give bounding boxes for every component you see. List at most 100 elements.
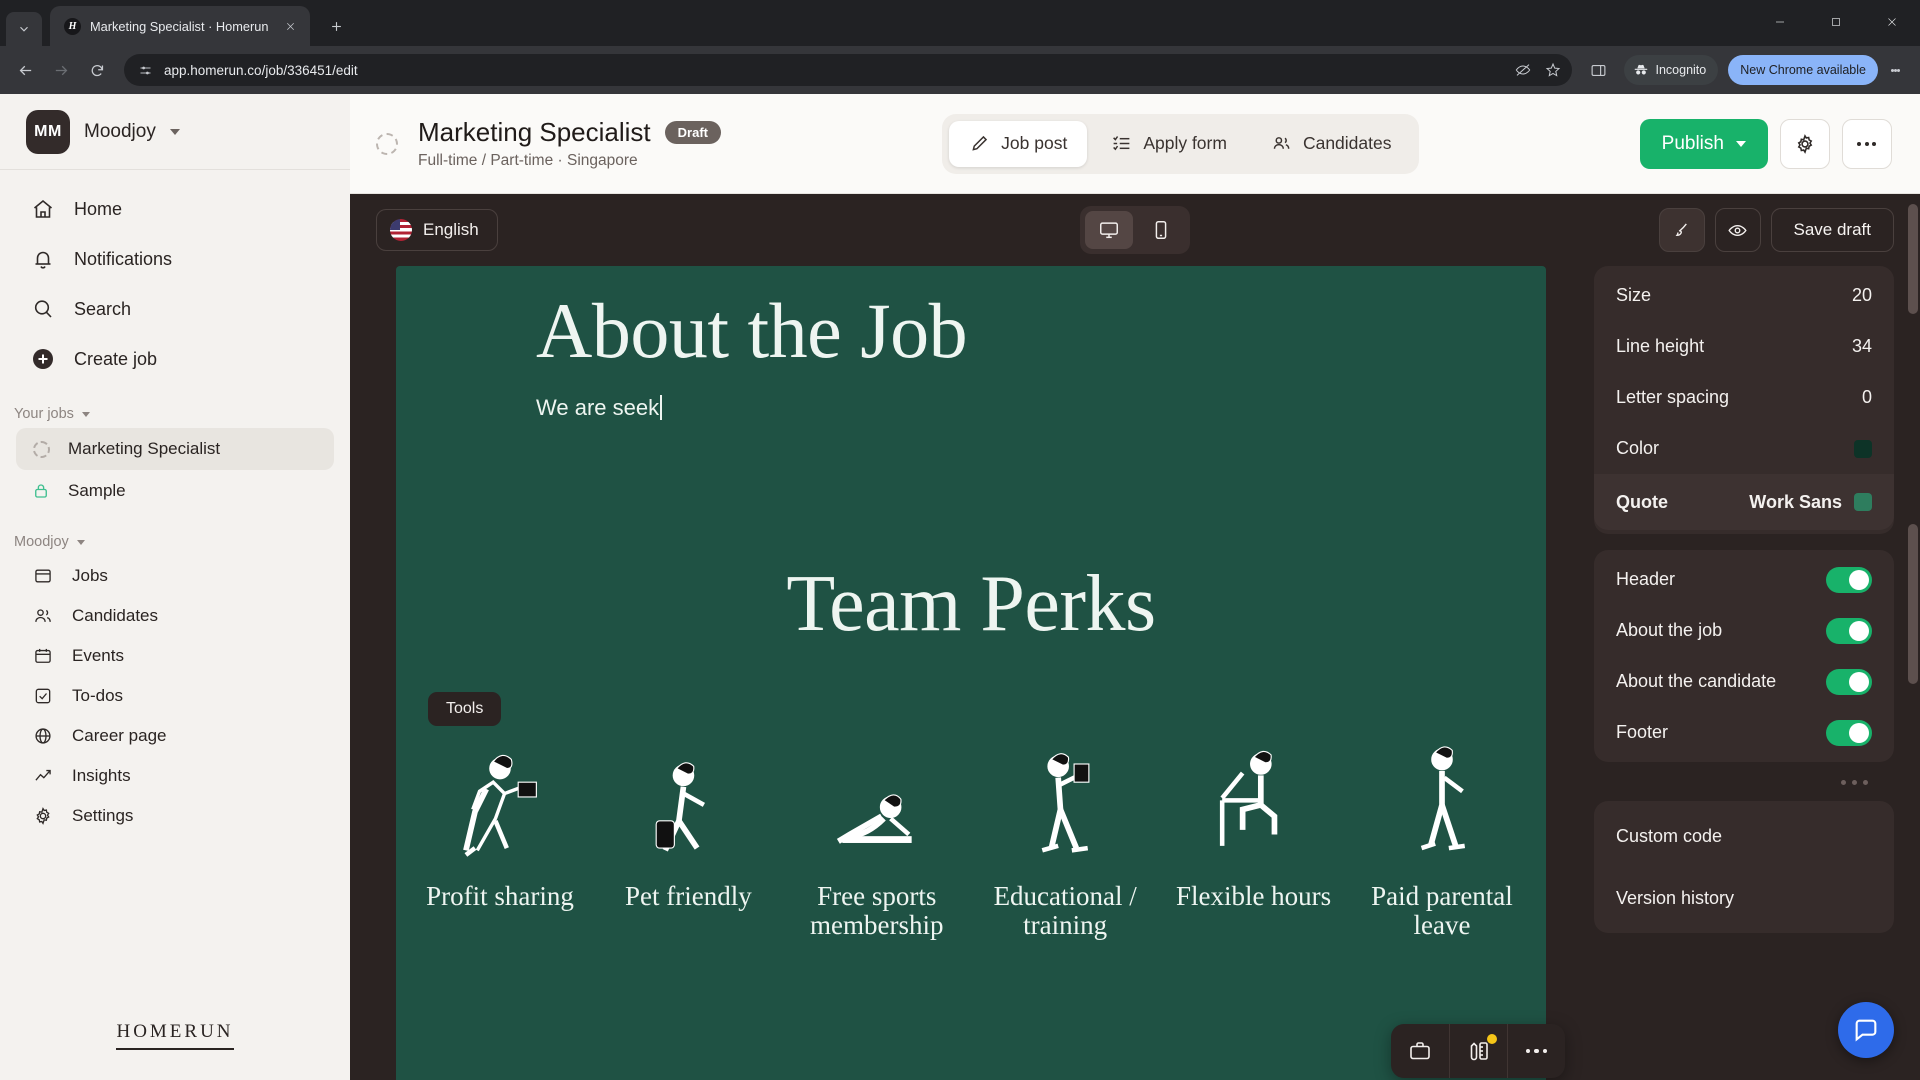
color-swatch[interactable] — [1854, 439, 1872, 458]
style-row-size[interactable]: Size 20 — [1594, 270, 1894, 321]
minimize-icon[interactable] — [1752, 0, 1808, 44]
sidebar-item-label: Candidates — [72, 606, 159, 625]
header-actions: Publish — [1639, 118, 1892, 169]
publish-button[interactable]: Publish — [1639, 118, 1768, 169]
text-cursor — [660, 394, 663, 420]
settings-button[interactable] — [1779, 118, 1830, 169]
ruler-pencil-icon[interactable] — [1449, 1024, 1507, 1078]
style-row-line-height[interactable]: Line height 34 — [1594, 321, 1894, 372]
us-flag-icon — [390, 219, 412, 241]
page-scrollbar[interactable] — [1904, 194, 1920, 1080]
sidebar-item-label: Jobs — [72, 566, 108, 585]
incognito-icon — [1634, 64, 1647, 75]
tab-job-post[interactable]: Job post — [949, 120, 1088, 167]
job-post-canvas[interactable]: About the Job We are seek Team Perks Too… — [396, 266, 1546, 1080]
back-arrow-icon[interactable] — [8, 53, 42, 87]
candidates-icon — [30, 603, 56, 629]
sidebar-item-create-job[interactable]: Create job — [16, 334, 334, 384]
chrome-update-button[interactable]: New Chrome available — [1728, 55, 1878, 85]
language-selector[interactable]: English — [376, 209, 498, 251]
paintbrush-icon[interactable] — [1658, 208, 1705, 252]
side-panel-icon[interactable] — [1582, 53, 1616, 87]
sidebar-job-sample[interactable]: Sample — [16, 470, 334, 512]
site-settings-icon[interactable] — [136, 61, 154, 79]
more-options-button[interactable] — [1841, 118, 1892, 169]
sidebar-item-settings[interactable]: Settings — [16, 796, 334, 836]
sidebar-item-notifications[interactable]: Notifications — [16, 234, 334, 284]
panel-drag-handle[interactable] — [1594, 778, 1894, 785]
toggle-switch[interactable] — [1826, 566, 1872, 593]
perk-item[interactable]: Flexible hours — [1170, 732, 1338, 940]
browser-tab[interactable]: H Marketing Specialist · Homerun — [50, 6, 310, 46]
style-row-letter-spacing[interactable]: Letter spacing 0 — [1594, 372, 1894, 423]
canvas-heading-about-the-job[interactable]: About the Job — [536, 289, 1406, 373]
pencil-icon — [972, 135, 988, 151]
perk-label: Pet friendly — [625, 880, 752, 911]
forward-arrow-icon[interactable] — [44, 53, 78, 87]
briefcase-icon[interactable] — [1391, 1024, 1449, 1078]
style-value: 34 — [1851, 336, 1872, 356]
section-toggle-footer[interactable]: Footer — [1594, 707, 1894, 758]
section-toggle-about-the-job[interactable]: About the job — [1594, 605, 1894, 656]
canvas-heading-team-perks[interactable]: Team Perks — [536, 559, 1406, 650]
calendar-icon — [30, 643, 56, 669]
section-toggle-header[interactable]: Header — [1594, 554, 1894, 605]
sidebar-item-events[interactable]: Events — [16, 636, 334, 676]
quote-color-swatch[interactable] — [1854, 493, 1872, 511]
globe-icon — [30, 723, 56, 749]
sidebar-item-jobs[interactable]: Jobs — [16, 556, 334, 596]
section-toggle-about-the-candidate[interactable]: About the candidate — [1594, 656, 1894, 707]
preview-eye-icon[interactable] — [1714, 208, 1761, 252]
eye-off-icon[interactable] — [1510, 57, 1536, 83]
perk-item[interactable]: Paid parental leave — [1358, 732, 1526, 940]
tab-apply-form[interactable]: Apply form — [1091, 121, 1247, 167]
tab-candidates[interactable]: Candidates — [1251, 121, 1412, 167]
style-row-color[interactable]: Color — [1594, 423, 1894, 474]
editor-body: About the Job We are seek Team Perks Too… — [350, 266, 1920, 1080]
sidebar-job-marketing-specialist[interactable]: Marketing Specialist — [16, 428, 334, 470]
close-icon[interactable] — [280, 16, 300, 36]
desktop-icon[interactable] — [1085, 211, 1133, 249]
sidebar-item-search[interactable]: Search — [16, 284, 334, 334]
address-bar[interactable]: app.homerun.co/job/336451/edit — [124, 54, 1572, 86]
style-label: Line height — [1616, 336, 1705, 356]
sidebar-item-home[interactable]: Home — [16, 184, 334, 234]
toggle-switch[interactable] — [1826, 719, 1872, 746]
canvas-scroll-area[interactable]: About the Job We are seek Team Perks Too… — [350, 266, 1590, 1080]
version-history-link[interactable]: Version history — [1594, 867, 1894, 929]
ellipsis-icon[interactable] — [1507, 1024, 1565, 1078]
workspace-section-header[interactable]: Moodjoy — [0, 534, 350, 550]
toggle-switch[interactable] — [1826, 668, 1872, 695]
toggle-switch[interactable] — [1826, 617, 1872, 644]
perk-item[interactable]: Educational / training — [981, 732, 1149, 940]
mobile-icon[interactable] — [1137, 211, 1185, 249]
primary-nav: Home Notifications Search Create job — [0, 170, 350, 384]
sidebar-item-candidates[interactable]: Candidates — [16, 596, 334, 636]
support-chat-button[interactable] — [1838, 1002, 1894, 1058]
sidebar-item-todos[interactable]: To-dos — [16, 676, 334, 716]
incognito-label: Incognito — [1655, 63, 1707, 77]
window-close-icon[interactable] — [1864, 0, 1920, 44]
kebab-menu-icon[interactable] — [1880, 53, 1910, 87]
tab-search-icon[interactable] — [6, 12, 42, 46]
style-row-quote[interactable]: Quote Work Sans — [1594, 474, 1894, 530]
new-tab-button[interactable] — [320, 10, 352, 42]
star-icon[interactable] — [1540, 57, 1566, 83]
sidebar-item-insights[interactable]: Insights — [16, 756, 334, 796]
maximize-icon[interactable] — [1808, 0, 1864, 44]
perk-item[interactable]: Free sports membership — [793, 732, 961, 940]
custom-code-link[interactable]: Custom code — [1594, 805, 1894, 867]
save-draft-button[interactable]: Save draft — [1770, 208, 1894, 252]
perk-illustration-icon — [1358, 732, 1526, 864]
reload-icon[interactable] — [80, 53, 114, 87]
sidebar-item-career-page[interactable]: Career page — [16, 716, 334, 756]
your-jobs-section-header[interactable]: Your jobs — [0, 406, 350, 422]
org-switcher[interactable]: MM Moodjoy — [0, 94, 350, 170]
perk-item[interactable]: Pet friendly — [604, 732, 772, 940]
incognito-badge[interactable]: Incognito — [1623, 55, 1719, 85]
perk-illustration-icon — [981, 732, 1149, 864]
main-column: Marketing Specialist Draft Full-time / P… — [350, 94, 1920, 1080]
tools-chip[interactable]: Tools — [428, 691, 502, 726]
perk-item[interactable]: Profit sharing — [416, 732, 584, 940]
canvas-body-text[interactable]: We are seek — [536, 394, 663, 421]
